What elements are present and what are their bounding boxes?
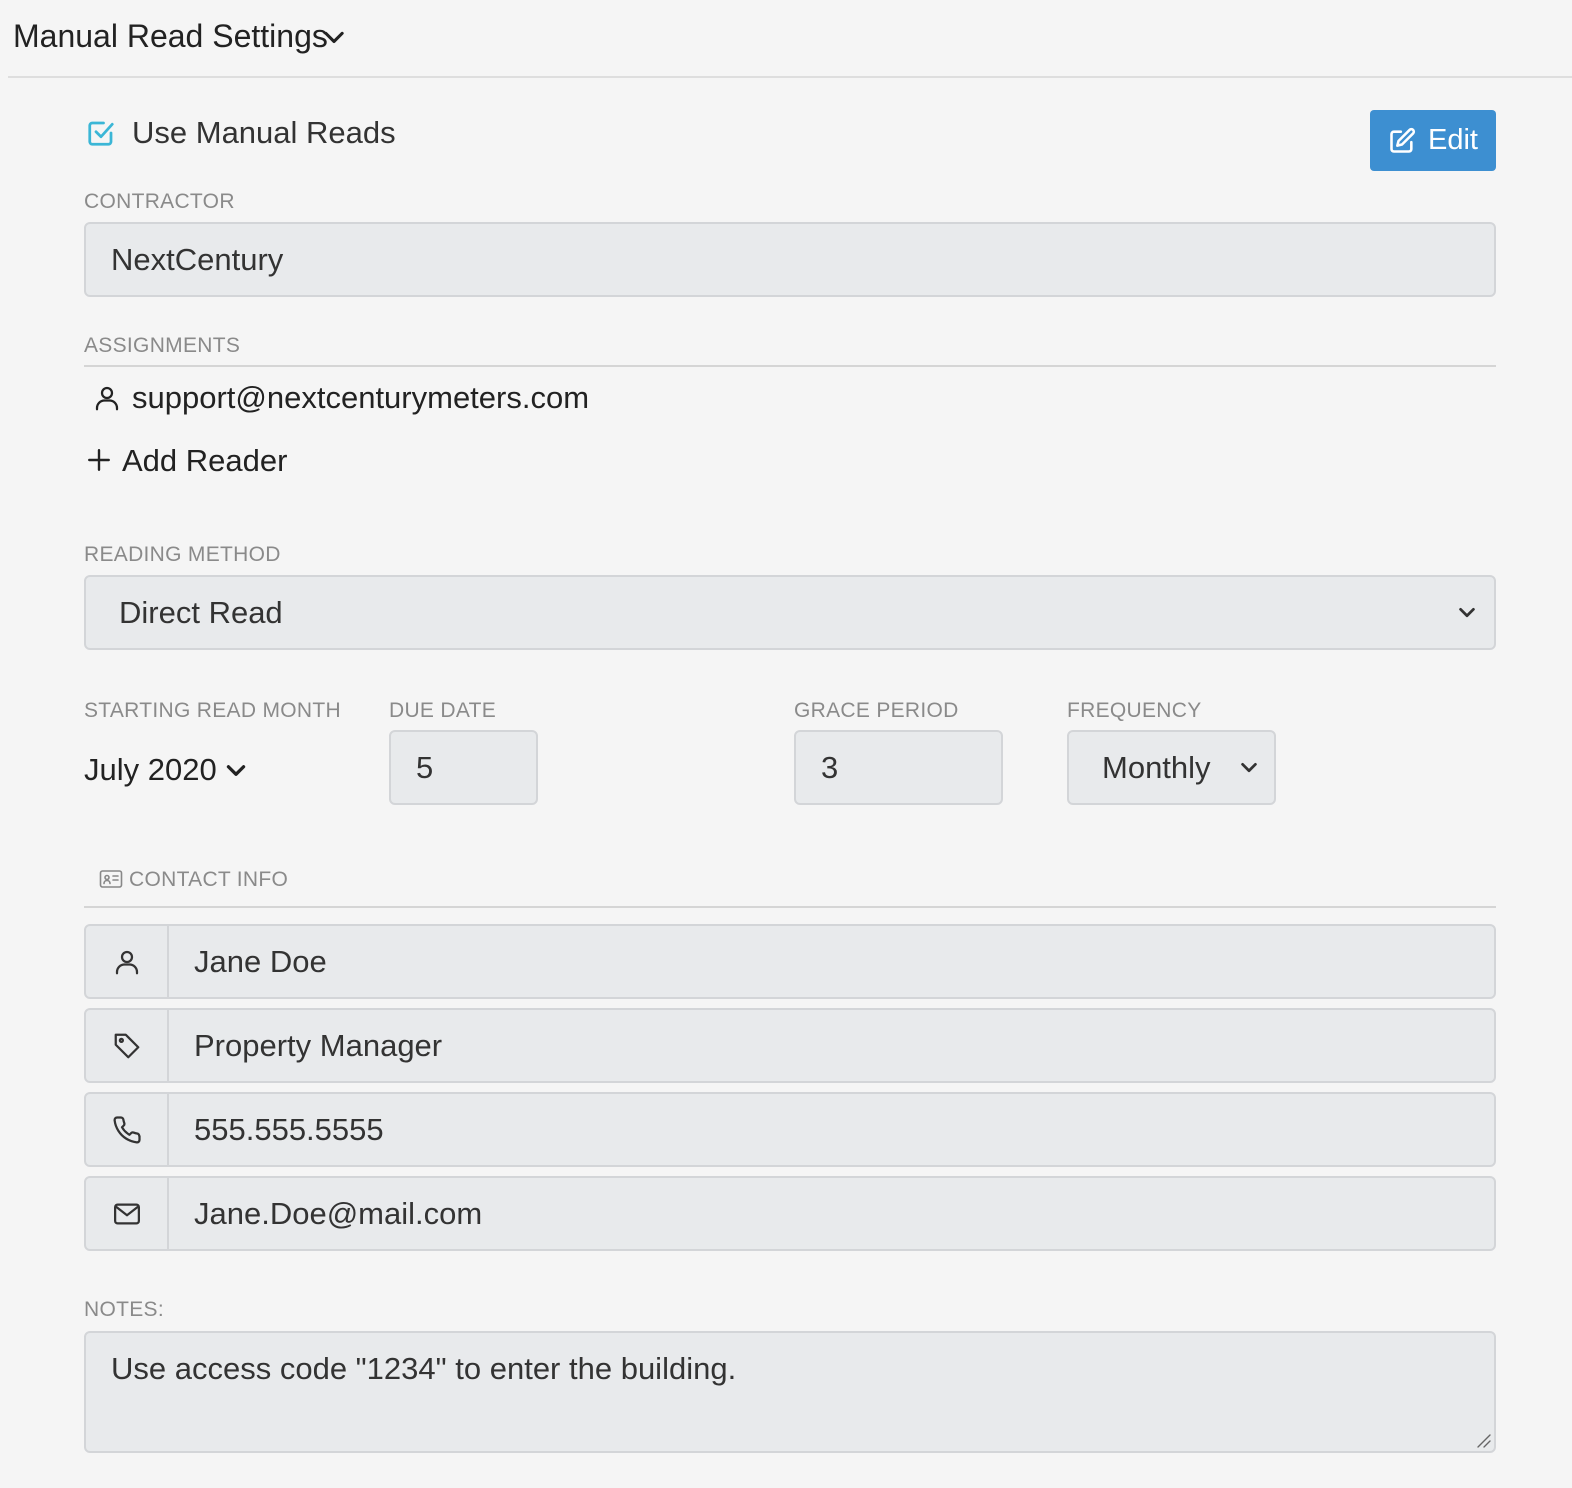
chevron-down-icon (1459, 607, 1475, 617)
contact-title-addon (86, 1010, 169, 1081)
use-manual-reads-label[interactable]: Use Manual Reads (132, 115, 396, 151)
chevron-down-icon[interactable] (320, 24, 348, 52)
contact-name-addon (86, 926, 169, 997)
frequency-label: FREQUENCY (1067, 699, 1202, 722)
reading-method-value: Direct Read (119, 594, 283, 630)
contact-email-field[interactable]: Jane.Doe@mail.com (84, 1176, 1496, 1251)
notes-value: Use access code "1234" to enter the buil… (111, 1351, 737, 1386)
edit-button[interactable]: Edit (1370, 110, 1496, 171)
chevron-down-icon (226, 765, 245, 776)
contact-phone-addon (86, 1094, 169, 1165)
phone-icon (113, 1115, 141, 1143)
grace-period-label: GRACE PERIOD (794, 699, 959, 722)
due-date-label: DUE DATE (389, 699, 497, 722)
contact-email-addon (86, 1178, 169, 1249)
section-title[interactable]: Manual Read Settings (13, 18, 328, 55)
due-date-input[interactable]: 5 (389, 730, 538, 805)
contact-info-label: CONTACT INFO (129, 868, 289, 891)
contact-title-field[interactable]: Property Manager (84, 1008, 1496, 1083)
contact-phone-field[interactable]: 555.555.5555 (84, 1092, 1496, 1167)
contact-name-value: Jane Doe (194, 943, 327, 979)
grace-period-input[interactable]: 3 (794, 730, 1003, 805)
tag-icon (114, 1033, 139, 1058)
notes-textarea[interactable]: Use access code "1234" to enter the buil… (84, 1331, 1496, 1453)
assignments-label: ASSIGNMENTS (84, 334, 241, 357)
starting-read-month-value: July 2020 (84, 752, 217, 787)
contractor-label: CONTRACTOR (84, 190, 235, 213)
resize-handle-icon[interactable] (1475, 1432, 1491, 1448)
contact-phone-value: 555.555.5555 (194, 1111, 384, 1147)
starting-read-month-dropdown[interactable]: July 2020 (84, 752, 249, 788)
id-card-icon (99, 870, 123, 888)
contact-name-field[interactable]: Jane Doe (84, 924, 1496, 999)
envelope-icon (113, 1203, 140, 1224)
user-icon (95, 386, 119, 411)
contractor-field[interactable]: NextCentury (84, 222, 1496, 297)
assignments-divider (84, 365, 1496, 367)
plus-icon[interactable] (86, 447, 112, 473)
grace-period-value: 3 (821, 749, 839, 785)
reading-method-label: READING METHOD (84, 543, 281, 566)
contact-info-divider (84, 906, 1496, 908)
frequency-value: Monthly (1102, 749, 1211, 785)
contact-title-value: Property Manager (194, 1027, 443, 1063)
frequency-select[interactable]: Monthly (1067, 730, 1276, 805)
header-divider (8, 76, 1572, 78)
edit-icon (1390, 127, 1416, 153)
due-date-value: 5 (416, 749, 434, 785)
reading-method-select[interactable]: Direct Read (84, 575, 1496, 650)
starting-read-month-label: STARTING READ MONTH (84, 699, 341, 722)
chevron-down-icon (1241, 762, 1257, 772)
edit-button-label: Edit (1428, 124, 1478, 156)
assigned-reader[interactable]: support@nextcenturymeters.com (132, 380, 589, 416)
add-reader-button[interactable]: Add Reader (122, 443, 287, 479)
contractor-value: NextCentury (111, 241, 284, 277)
checkbox-checked-icon[interactable] (86, 118, 116, 148)
user-icon (115, 950, 138, 974)
notes-label: NOTES: (84, 1298, 164, 1321)
contact-email-value: Jane.Doe@mail.com (194, 1195, 483, 1231)
